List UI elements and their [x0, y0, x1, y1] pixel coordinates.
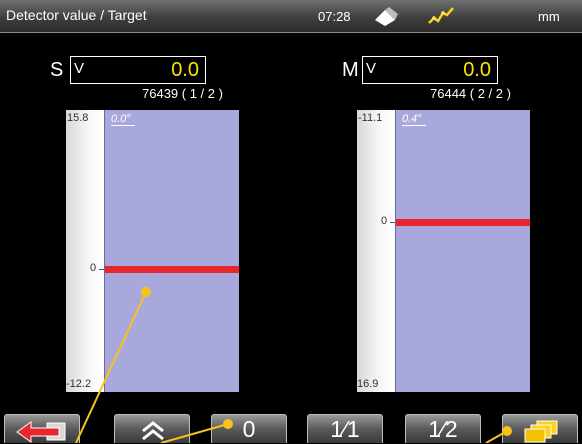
channel-s-angle: 0.0° [111, 113, 135, 126]
channel-m-gauge: -11.1 0 16.9 0.4° [357, 110, 530, 392]
channel-s-bar-area: 0.0° [104, 110, 239, 392]
channel-m-value-box[interactable]: V 0.0 [362, 56, 498, 84]
signal-icon [428, 7, 454, 24]
channel-m-scale-top: -11.1 [358, 112, 383, 124]
channel-m-scale-mid: 0 [381, 215, 388, 227]
channel-s-gauge: 15.8 0 -12.2 0.0° [66, 110, 239, 392]
channel-s-scale-top: 15.8 [67, 112, 89, 124]
channel-s-scale-bottom: -12.2 [66, 378, 92, 390]
channel-s-serial: 76439 ( 1 / 2 ) [142, 86, 223, 101]
unit-label: mm [538, 9, 560, 24]
channel-s-mode: V [74, 60, 85, 77]
channel-m-serial: 76444 ( 2 / 2 ) [430, 86, 511, 101]
half-scale-button[interactable]: 1⁄2 [405, 414, 481, 443]
back-arrow-icon [16, 421, 66, 443]
channel-m-bar-area: 0.4° [395, 110, 530, 392]
channel-s-scale-mid: 0 [90, 262, 97, 274]
half-scale-button-label: 1⁄2 [428, 416, 458, 442]
header-bar: Detector value / Target 07:28 mm [0, 0, 582, 33]
channel-m-angle: 0.4° [402, 113, 426, 126]
channel-m-letter: M [342, 59, 359, 81]
full-scale-button-label: 1⁄1 [330, 416, 360, 442]
channel-m-value: 0.0 [463, 59, 491, 81]
windows-icon [524, 420, 558, 443]
channel-m-scale-bottom: 16.9 [357, 378, 379, 390]
channel-s-letter: S [50, 59, 64, 81]
clock: 07:28 [318, 9, 351, 24]
channel-s-scale: 15.8 0 -12.2 [66, 110, 104, 392]
channel-s-value: 0.0 [171, 59, 199, 81]
double-chevron-up-icon [142, 421, 164, 441]
back-button[interactable] [4, 414, 80, 443]
channel-s-marker [105, 266, 239, 273]
zero-button[interactable]: 0 [211, 414, 287, 443]
channel-m-scale: -11.1 0 16.9 [357, 110, 395, 392]
diamond-icon [375, 7, 398, 26]
expand-button[interactable] [114, 414, 190, 443]
full-scale-button[interactable]: 1⁄1 [307, 414, 383, 443]
channel-m-mode: V [366, 60, 377, 77]
channel-m-marker [396, 219, 530, 226]
page-title: Detector value / Target [6, 7, 147, 23]
windows-button[interactable] [502, 414, 578, 443]
zero-button-label: 0 [242, 416, 256, 442]
channel-s-value-box[interactable]: V 0.0 [70, 56, 206, 84]
